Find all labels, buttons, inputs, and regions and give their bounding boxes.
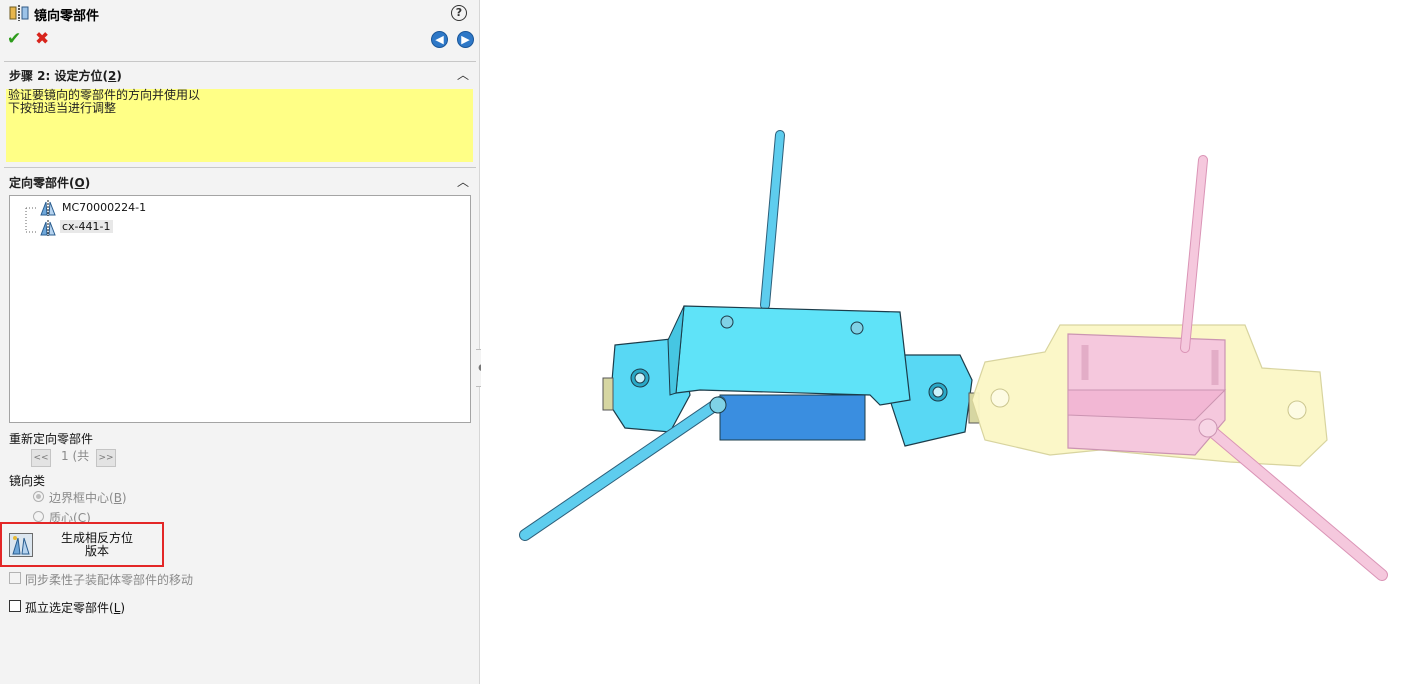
sync-flexible-label: 同步柔性子装配体零部件的移动 (25, 573, 194, 587)
center-of-mass-label: 质心(C) (49, 511, 91, 522)
section-divider (4, 167, 476, 168)
original-component-model[interactable] (519, 130, 980, 541)
component-list[interactable]: MC70000224-1 cx-441-1 (9, 195, 471, 423)
help-icon[interactable]: ? (451, 5, 467, 21)
step-section-title[interactable]: 步骤 2: 设定方位(2) (9, 67, 122, 84)
reorient-label: 重新定向零部件 (9, 432, 94, 446)
next-orientation-button[interactable]: >> (96, 449, 116, 467)
isolate-components-label: 孤立选定零部件(L) (25, 601, 126, 615)
sync-flexible-checkbox[interactable] (9, 572, 21, 584)
orient-section-title[interactable]: 定向零部件(O) (9, 174, 90, 191)
step-message-line2: 下按钮适当进行调整 (8, 101, 117, 115)
radio-center-of-mass[interactable] (33, 511, 44, 522)
orientation-page-text: 1 (共 (61, 449, 90, 463)
next-arrow-icon[interactable]: ▶ (457, 31, 474, 48)
model-view[interactable] (481, 0, 1420, 684)
step-message-box: 验证要镜向的零部件的方向并使用以 下按钮适当进行调整 (6, 89, 473, 162)
mirror-feature-icon (9, 5, 29, 21)
property-manager-panel: 镜向零部件 ? ✔ ✖ ◀ ▶ 步骤 2: 设定方位(2) ︿ 验证要镜向的零部… (0, 0, 480, 684)
mirror-type-label: 镜向类 (9, 474, 46, 488)
tree-item-component-2[interactable]: cx-441-1 (60, 220, 113, 233)
radio-bounding-box-center[interactable] (33, 491, 44, 502)
bounding-box-center-label: 边界框中心(B) (49, 491, 127, 505)
graphics-viewport[interactable] (481, 0, 1420, 684)
component-mirror-icon (38, 199, 58, 217)
ok-checkmark-icon[interactable]: ✔ (7, 30, 21, 48)
step-collapse-icon[interactable]: ︿ (457, 66, 469, 83)
header-divider (4, 61, 476, 62)
orient-collapse-icon[interactable]: ︿ (457, 173, 469, 190)
tree-item-component-1[interactable]: MC70000224-1 (62, 201, 146, 214)
back-arrow-icon[interactable]: ◀ (431, 31, 448, 48)
panel-title: 镜向零部件 (34, 9, 100, 24)
component-mirror-icon (38, 219, 58, 237)
previous-orientation-button[interactable]: << (31, 449, 51, 467)
cancel-x-icon[interactable]: ✖ (35, 30, 49, 48)
highlight-annotation-box (0, 522, 164, 567)
isolate-components-checkbox[interactable] (9, 600, 21, 612)
mirrored-component-model[interactable] (971, 155, 1388, 581)
